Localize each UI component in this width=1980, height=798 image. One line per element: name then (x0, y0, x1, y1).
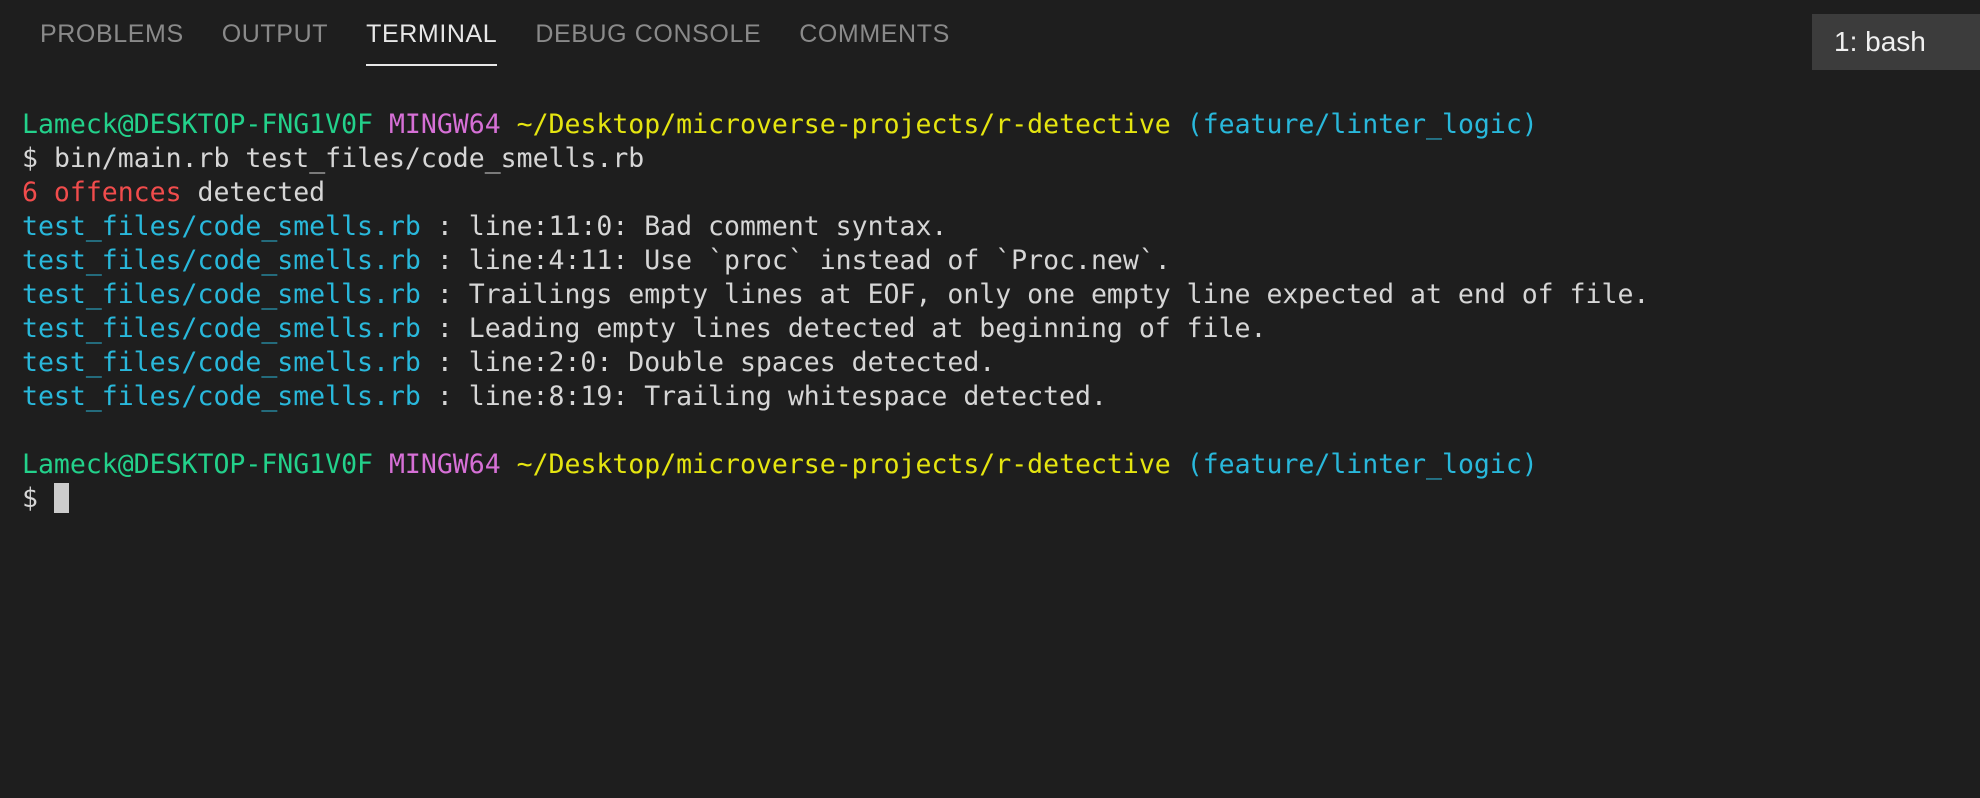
offence-file: test_files/code_smells.rb (22, 313, 421, 344)
prompt-space (1171, 449, 1187, 480)
prompt-symbol: $ (22, 483, 38, 514)
tab-terminal[interactable]: TERMINAL (347, 0, 516, 74)
offence-separator: : (421, 381, 469, 412)
offence-separator: : (421, 313, 469, 344)
prompt-git-branch: (feature/linter_logic) (1187, 109, 1538, 140)
offence-file: test_files/code_smells.rb (22, 381, 421, 412)
terminal-prompt-line-2: Lameck@DESKTOP-FNG1V0F MINGW64 ~/Desktop… (22, 448, 1980, 482)
offences-count: 6 offences (22, 177, 182, 208)
offence-row: test_files/code_smells.rb : line:11:0: B… (22, 210, 1980, 244)
panel-tab-bar: PROBLEMS OUTPUT TERMINAL DEBUG CONSOLE C… (0, 0, 1980, 74)
terminal-panel: PROBLEMS OUTPUT TERMINAL DEBUG CONSOLE C… (0, 0, 1980, 798)
prompt-git-branch: (feature/linter_logic) (1187, 449, 1538, 480)
offence-file: test_files/code_smells.rb (22, 279, 421, 310)
terminal-command-text: bin/main.rb test_files/code_smells.rb (54, 143, 644, 174)
prompt-space (501, 109, 517, 140)
prompt-path: ~/Desktop/microverse-projects/r-detectiv… (517, 449, 1171, 480)
prompt-path: ~/Desktop/microverse-projects/r-detectiv… (517, 109, 1171, 140)
tab-terminal-label: TERMINAL (366, 22, 497, 47)
offence-message: Trailings empty lines at EOF, only one e… (469, 279, 1650, 310)
offence-file: test_files/code_smells.rb (22, 347, 421, 378)
input-space (38, 483, 54, 514)
tab-output-label: OUTPUT (222, 22, 328, 47)
terminal-input-line[interactable]: $ (22, 482, 1980, 516)
terminal-command-line: $ bin/main.rb test_files/code_smells.rb (22, 142, 1980, 176)
prompt-shell: MINGW64 (389, 449, 501, 480)
terminal-blank-line (22, 414, 1980, 448)
terminal-instance-label: 1: bash (1834, 28, 1926, 56)
tab-comments-label: COMMENTS (799, 22, 950, 47)
offence-message: line:4:11: Use `proc` instead of `Proc.n… (469, 245, 1171, 276)
prompt-user-host: Lameck@DESKTOP-FNG1V0F (22, 109, 373, 140)
prompt-space (373, 109, 389, 140)
tab-debug-console[interactable]: DEBUG CONSOLE (516, 0, 780, 74)
offence-row: test_files/code_smells.rb : line:4:11: U… (22, 244, 1980, 278)
terminal-prompt-line-1: Lameck@DESKTOP-FNG1V0F MINGW64 ~/Desktop… (22, 108, 1980, 142)
offence-separator: : (421, 347, 469, 378)
offence-row: test_files/code_smells.rb : Leading empt… (22, 312, 1980, 346)
terminal-instance-selector[interactable]: 1: bash (1812, 14, 1980, 70)
tab-problems[interactable]: PROBLEMS (40, 0, 203, 74)
offence-row: test_files/code_smells.rb : Trailings em… (22, 278, 1980, 312)
command-space (38, 143, 54, 174)
prompt-space (501, 449, 517, 480)
prompt-shell: MINGW64 (389, 109, 501, 140)
tab-debug-console-label: DEBUG CONSOLE (535, 22, 761, 47)
offence-separator: : (421, 245, 469, 276)
offence-message: Leading empty lines detected at beginnin… (469, 313, 1267, 344)
offence-message: line:2:0: Double spaces detected. (469, 347, 996, 378)
prompt-space (373, 449, 389, 480)
offence-separator: : (421, 279, 469, 310)
tab-output[interactable]: OUTPUT (203, 0, 347, 74)
tab-comments[interactable]: COMMENTS (780, 0, 969, 74)
offence-file: test_files/code_smells.rb (22, 211, 421, 242)
offence-file: test_files/code_smells.rb (22, 245, 421, 276)
prompt-symbol: $ (22, 143, 38, 174)
offence-row: test_files/code_smells.rb : line:8:19: T… (22, 380, 1980, 414)
terminal-output[interactable]: Lameck@DESKTOP-FNG1V0F MINGW64 ~/Desktop… (0, 74, 1980, 798)
offence-row: test_files/code_smells.rb : line:2:0: Do… (22, 346, 1980, 380)
offence-separator: : (421, 211, 469, 242)
tab-problems-label: PROBLEMS (40, 22, 184, 47)
offence-message: line:11:0: Bad comment syntax. (469, 211, 948, 242)
offence-message: line:8:19: Trailing whitespace detected. (469, 381, 1107, 412)
prompt-user-host: Lameck@DESKTOP-FNG1V0F (22, 449, 373, 480)
prompt-space (1171, 109, 1187, 140)
offences-summary-suffix: detected (182, 177, 326, 208)
tab-list: PROBLEMS OUTPUT TERMINAL DEBUG CONSOLE C… (40, 0, 969, 74)
terminal-cursor (54, 483, 69, 513)
offences-summary-line: 6 offences detected (22, 176, 1980, 210)
